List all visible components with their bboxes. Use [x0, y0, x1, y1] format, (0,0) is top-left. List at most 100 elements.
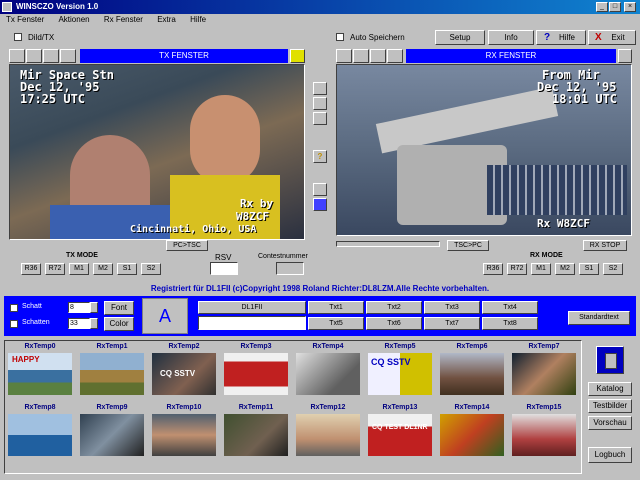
- tx-mode-s1[interactable]: S1: [117, 263, 137, 275]
- pc-tsc-button[interactable]: PC>TSC: [166, 240, 208, 251]
- globe-icon[interactable]: [313, 183, 327, 196]
- exit-button[interactable]: X Exit: [588, 30, 636, 45]
- thumb-3[interactable]: [224, 353, 288, 395]
- maximize-button[interactable]: □: [609, 2, 621, 12]
- rx-mode-r72[interactable]: R72: [507, 263, 527, 275]
- camera-icon[interactable]: [313, 82, 327, 95]
- thumb-8[interactable]: [8, 414, 72, 456]
- rx-folder-icon[interactable]: [353, 49, 369, 63]
- free-text-input[interactable]: [198, 316, 306, 330]
- text-cell-3[interactable]: Txt3: [424, 301, 480, 314]
- text-cell-5[interactable]: Txt5: [308, 317, 364, 330]
- thumb-4[interactable]: [296, 353, 360, 395]
- menu-extra[interactable]: Extra: [157, 15, 176, 24]
- thumb-5-text: CQ SSTV: [371, 357, 411, 367]
- katalog-button[interactable]: Katalog: [588, 382, 632, 396]
- vorschau-button[interactable]: Vorschau: [588, 416, 632, 430]
- thumb-7[interactable]: [512, 353, 576, 395]
- text-cell-4[interactable]: Txt4: [482, 301, 538, 314]
- thumb-1[interactable]: [80, 353, 144, 395]
- tsc-pc-button[interactable]: TSC>PC: [447, 240, 489, 251]
- video-icon[interactable]: [313, 97, 327, 110]
- tx-mode-s2[interactable]: S2: [141, 263, 161, 275]
- rx-progress-bar: [336, 241, 440, 247]
- close-button[interactable]: ×: [624, 2, 636, 12]
- rx-mode-m2[interactable]: M2: [555, 263, 575, 275]
- rx-mode-s1[interactable]: S1: [579, 263, 599, 275]
- text-cell-1[interactable]: Txt1: [308, 301, 364, 314]
- callsign-field[interactable]: DL1FII: [198, 301, 306, 314]
- rsv-input[interactable]: [210, 262, 238, 275]
- color-value-input[interactable]: 33: [68, 318, 90, 329]
- thumb-14[interactable]: [440, 414, 504, 456]
- text-cell-2[interactable]: Txt2: [366, 301, 422, 314]
- rx-paste-icon[interactable]: [387, 49, 403, 63]
- bulb-icon[interactable]: ?: [313, 150, 327, 163]
- shadow-label-1: Schatt: [22, 303, 42, 310]
- testbilder-button[interactable]: Testbilder: [588, 399, 632, 413]
- dild-tx-checkbox[interactable]: [14, 33, 22, 43]
- rx-mode-r36[interactable]: R36: [483, 263, 503, 275]
- setup-button[interactable]: Setup: [435, 30, 485, 45]
- thumb-10[interactable]: [152, 414, 216, 456]
- info-button[interactable]: Info: [488, 30, 534, 45]
- rx-mode-m1[interactable]: M1: [531, 263, 551, 275]
- dild-tx-label: Dild/TX: [28, 33, 55, 42]
- thumb-0[interactable]: HAPPY: [8, 353, 72, 395]
- font-size-input[interactable]: 8: [68, 302, 90, 313]
- text-cell-6[interactable]: Txt6: [366, 317, 422, 330]
- tx-paste-icon[interactable]: [60, 49, 76, 63]
- thumb-9[interactable]: [80, 414, 144, 456]
- thumb-5[interactable]: CQ SSTV: [368, 353, 432, 395]
- rx-station-module: [375, 86, 559, 154]
- font-button[interactable]: Font: [104, 301, 134, 315]
- thumb-15[interactable]: [512, 414, 576, 456]
- menu-aktionen[interactable]: Aktionen: [58, 15, 89, 24]
- tx-caption-line1: Rx by: [240, 197, 274, 210]
- trash-icon[interactable]: [596, 346, 624, 374]
- menu-hilfe[interactable]: Hilfe: [190, 15, 206, 24]
- tx-folder-icon[interactable]: [26, 49, 42, 63]
- tx-mode-r36[interactable]: R36: [21, 263, 41, 275]
- logbuch-button[interactable]: Logbuch: [588, 447, 632, 463]
- thumb-6[interactable]: [440, 353, 504, 395]
- rx-mode-s2[interactable]: S2: [603, 263, 623, 275]
- thumb-label-3: RxTemp3: [240, 343, 272, 350]
- rsv-label: RSV: [215, 253, 232, 262]
- transfer-icon[interactable]: [313, 198, 327, 211]
- thumb-13[interactable]: CQ TEST DL1NR: [368, 414, 432, 456]
- rx-caption: Rx W8ZCF: [537, 217, 590, 230]
- tx-copy-icon[interactable]: [43, 49, 59, 63]
- exit-icon: X: [595, 32, 602, 43]
- tx-mode-m2[interactable]: M2: [93, 263, 113, 275]
- thumb-11[interactable]: [224, 414, 288, 456]
- tx-open-icon[interactable]: [9, 49, 25, 63]
- auto-save-checkbox[interactable]: [336, 33, 344, 43]
- menu-rx-fenster[interactable]: Rx Fenster: [104, 15, 143, 24]
- shadow-label-2: Schatten: [22, 319, 50, 326]
- color-value-spinner[interactable]: [90, 318, 98, 329]
- rx-save-icon[interactable]: [618, 49, 632, 63]
- text-cell-7[interactable]: Txt7: [424, 317, 480, 330]
- help-button[interactable]: ? Hilfe: [536, 30, 586, 45]
- menu-tx-fenster[interactable]: Tx Fenster: [6, 15, 44, 24]
- thumb-12[interactable]: [296, 414, 360, 456]
- rx-stop-button[interactable]: RX STOP: [583, 240, 627, 251]
- copyright-line: Registriert für DL1FII (c)Copyright 1998…: [150, 284, 490, 293]
- text-cell-8[interactable]: Txt8: [482, 317, 538, 330]
- font-size-spinner[interactable]: [90, 302, 98, 313]
- minimize-button[interactable]: _: [596, 2, 608, 12]
- title-bar: WINSCZO Version 1.0: [0, 0, 640, 14]
- shadow-checkbox-1[interactable]: [10, 304, 18, 314]
- record-icon[interactable]: [313, 112, 327, 125]
- thumb-2[interactable]: CQ SSTV: [152, 353, 216, 395]
- color-button[interactable]: Color: [104, 317, 134, 331]
- tx-save-icon[interactable]: [290, 49, 305, 63]
- rx-open-icon[interactable]: [336, 49, 352, 63]
- tx-mode-m1[interactable]: M1: [69, 263, 89, 275]
- standard-text-button[interactable]: Standardtext: [568, 311, 630, 325]
- tx-mode-r72[interactable]: R72: [45, 263, 65, 275]
- rx-copy-icon[interactable]: [370, 49, 386, 63]
- shadow-checkbox-2[interactable]: [10, 320, 18, 330]
- contest-input[interactable]: [276, 262, 304, 275]
